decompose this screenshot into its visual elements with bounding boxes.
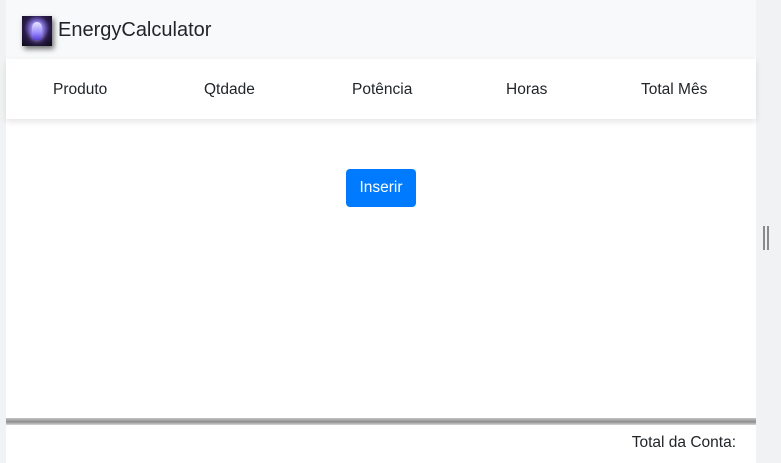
column-header-potencia: Potência — [352, 81, 413, 98]
table-header-row: Produto Qtdade Potência Horas Total Mês — [6, 59, 756, 119]
brand-name[interactable]: EnergyCalculator — [58, 18, 211, 42]
column-header-produto: Produto — [53, 81, 108, 98]
footer-divider — [6, 418, 756, 425]
navbar: EnergyCalculator — [6, 0, 756, 59]
column-header-total-mes: Total Mês — [641, 81, 708, 98]
total-account-label: Total da Conta: — [631, 434, 736, 451]
insert-button[interactable]: Inserir — [346, 169, 416, 207]
footer: Total da Conta: — [6, 425, 756, 463]
resize-handle[interactable] — [763, 226, 769, 250]
energy-bulb-icon[interactable] — [22, 16, 52, 46]
table-body: Inserir — [6, 119, 756, 419]
column-header-horas: Horas — [506, 81, 548, 98]
app-window: EnergyCalculator Produto Qtdade Potência… — [0, 0, 781, 463]
column-header-qtdade: Qtdade — [204, 81, 255, 98]
